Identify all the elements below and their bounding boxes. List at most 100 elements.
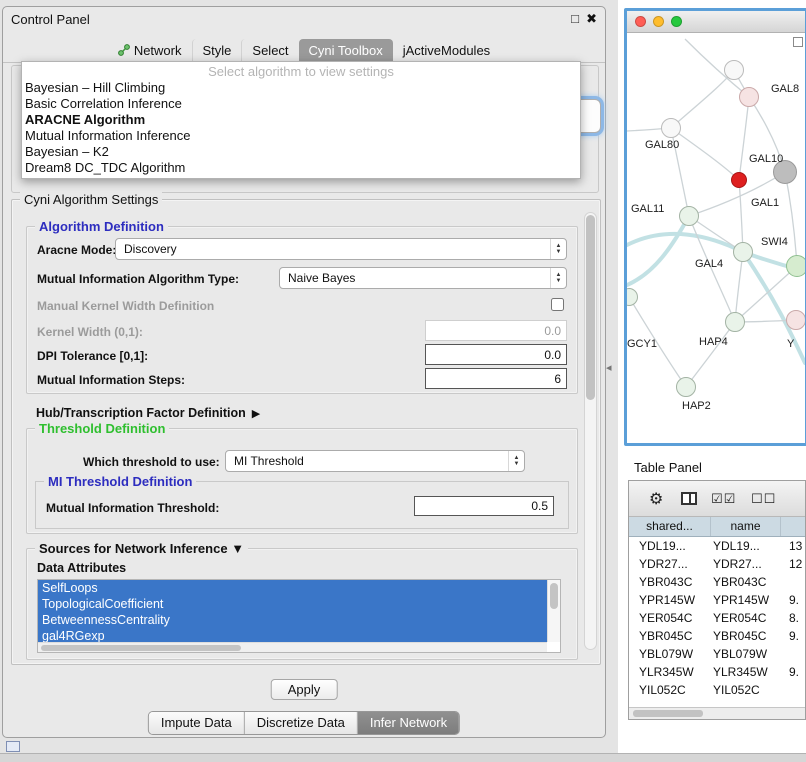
tab-impute-data[interactable]: Impute Data — [149, 712, 244, 734]
network-node[interactable] — [725, 312, 745, 332]
menu-item-aracne[interactable]: ARACNE Algorithm — [22, 112, 580, 128]
network-node[interactable] — [661, 118, 681, 138]
sources-title: Sources for Network Inference ▼ — [35, 541, 248, 556]
close-window-button[interactable] — [635, 16, 646, 27]
list-item-topologicalcoefficient[interactable]: TopologicalCoefficient — [38, 596, 547, 612]
column-header-shared-name[interactable]: shared... — [629, 517, 711, 536]
aracne-mode-select[interactable]: Discovery ▲ ▼ — [115, 238, 567, 260]
network-node-selected[interactable] — [731, 172, 747, 188]
tab-jactivemodules[interactable]: jActiveModules — [393, 39, 500, 62]
column-header-extra[interactable] — [781, 517, 805, 536]
which-threshold-select[interactable]: MI Threshold ▲ ▼ — [225, 450, 525, 472]
cell-shared-name: YBR043C — [629, 573, 711, 591]
canvas-scroll-button[interactable] — [793, 37, 803, 47]
network-node[interactable] — [724, 60, 744, 80]
select-none-icon[interactable]: ☐☐ — [751, 491, 776, 507]
mi-type-select[interactable]: Naive Bayes ▲ ▼ — [279, 267, 567, 289]
cell-value: 13 — [781, 537, 805, 555]
algorithm-dropdown-menu: Select algorithm to view settings Bayesi… — [21, 61, 581, 179]
tab-select[interactable]: Select — [241, 39, 298, 62]
network-node[interactable] — [733, 242, 753, 262]
tab-discretize-data[interactable]: Discretize Data — [244, 712, 357, 734]
table-hscroll-thumb[interactable] — [633, 710, 703, 717]
data-attributes-label: Data Attributes — [37, 561, 126, 575]
node-label: GAL11 — [631, 203, 664, 215]
cell-value: 9. — [781, 627, 805, 645]
list-item-selfloops[interactable]: SelfLoops — [38, 580, 547, 596]
table-row[interactable]: YPR145W YPR145W 9. — [629, 591, 805, 609]
mi-threshold-input[interactable] — [414, 496, 554, 516]
table-row[interactable]: YLR345W YLR345W 9. — [629, 663, 805, 681]
menu-item-basic-correlation[interactable]: Basic Correlation Inference — [22, 96, 580, 112]
status-bar — [0, 753, 806, 762]
network-node[interactable] — [679, 206, 699, 226]
tab-infer-network[interactable]: Infer Network — [357, 712, 459, 734]
list-horizontal-scrollbar[interactable] — [38, 642, 547, 652]
table-row[interactable]: YBR045C YBR045C 9. — [629, 627, 805, 645]
tab-select-label: Select — [252, 43, 288, 58]
tab-style[interactable]: Style — [192, 39, 242, 62]
mi-steps-input[interactable] — [425, 368, 567, 389]
tab-cyni-toolbox[interactable]: Cyni Toolbox — [299, 39, 393, 62]
network-node[interactable] — [786, 310, 806, 330]
manual-kernel-checkbox[interactable] — [551, 298, 564, 311]
column-header-name[interactable]: name — [711, 517, 781, 536]
settings-scrollbar-thumb[interactable] — [586, 215, 595, 400]
dpi-tolerance-input[interactable] — [425, 344, 567, 365]
menu-item-bayesian-k2[interactable]: Bayesian – K2 — [22, 144, 580, 160]
select-all-icon[interactable]: ☑☑ — [711, 491, 736, 507]
table-horizontal-scrollbar[interactable] — [629, 707, 805, 719]
tab-network[interactable]: Network — [108, 39, 192, 62]
cell-value: 9. — [781, 663, 805, 681]
network-window-titlebar[interactable] — [627, 11, 805, 33]
minimize-window-button[interactable] — [653, 16, 664, 27]
mi-threshold-definition-title: MI Threshold Definition — [44, 474, 196, 489]
sources-title-label: Sources for Network Inference — [39, 541, 228, 556]
network-tab-icon — [118, 44, 130, 56]
table-row[interactable]: YBR043C YBR043C — [629, 573, 805, 591]
cell-value: 8. — [781, 609, 805, 627]
list-vertical-scrollbar[interactable] — [547, 580, 560, 642]
network-canvas[interactable]: GAL8 GAL80 GAL10 GAL11 GAL1 SWI4 GAL4 GC… — [627, 33, 805, 446]
control-panel-window: Control Panel □ ✖ Network Style Select C… — [2, 6, 606, 738]
menu-item-bayesian-hill-climbing[interactable]: Bayesian – Hill Climbing — [22, 80, 580, 96]
menu-item-dream8[interactable]: Dream8 DC_TDC Algorithm — [22, 160, 580, 176]
minimized-panel-icon[interactable] — [6, 741, 20, 752]
network-node[interactable] — [739, 87, 759, 107]
cell-name: YBL079W — [711, 645, 781, 663]
close-panel-icon[interactable]: ✖ — [586, 11, 597, 27]
table-row[interactable]: YIL052C YIL052C — [629, 681, 805, 699]
network-node[interactable] — [786, 255, 806, 277]
dpi-tolerance-label: DPI Tolerance [0,1]: — [37, 349, 148, 363]
list-vscroll-thumb[interactable] — [550, 583, 558, 609]
apply-button[interactable]: Apply — [271, 679, 338, 700]
cell-name: YDL19... — [711, 537, 781, 555]
kernel-width-input[interactable] — [425, 320, 567, 341]
cell-shared-name: YDR27... — [629, 555, 711, 573]
zoom-window-button[interactable] — [671, 16, 682, 27]
mi-type-label: Mutual Information Algorithm Type: — [37, 272, 239, 286]
cyni-algorithm-settings-group: Cyni Algorithm Settings Algorithm Defini… — [11, 199, 601, 665]
cell-shared-name: YER054C — [629, 609, 711, 627]
tab-style-label: Style — [203, 43, 232, 58]
menu-item-mutual-information[interactable]: Mutual Information Inference — [22, 128, 580, 144]
columns-icon[interactable] — [681, 492, 697, 505]
float-panel-icon[interactable]: □ — [571, 11, 579, 26]
network-node[interactable] — [676, 377, 696, 397]
list-hscroll-thumb[interactable] — [41, 645, 241, 651]
table-row[interactable]: YDR27... YDR27... 12 — [629, 555, 805, 573]
cell-shared-name: YPR145W — [629, 591, 711, 609]
gear-icon[interactable]: ⚙ — [649, 489, 663, 509]
table-row[interactable]: YER054C YER054C 8. — [629, 609, 805, 627]
hub-definition-toggle[interactable]: Hub/Transcription Factor Definition▶ — [36, 406, 260, 420]
table-row[interactable]: YDL19... YDL19... 13 — [629, 537, 805, 555]
manual-kernel-label: Manual Kernel Width Definition — [37, 299, 214, 313]
which-threshold-label: Which threshold to use: — [83, 455, 220, 469]
node-label: GAL1 — [751, 197, 779, 209]
cell-shared-name: YDL19... — [629, 537, 711, 555]
expanded-arrow-icon[interactable]: ▼ — [231, 541, 244, 556]
list-item-betweennesscentrality[interactable]: BetweennessCentrality — [38, 612, 547, 628]
settings-scrollbar[interactable] — [584, 212, 597, 650]
panel-divider-collapse-icon[interactable]: ◂ — [606, 361, 612, 374]
table-row[interactable]: YBL079W YBL079W — [629, 645, 805, 663]
